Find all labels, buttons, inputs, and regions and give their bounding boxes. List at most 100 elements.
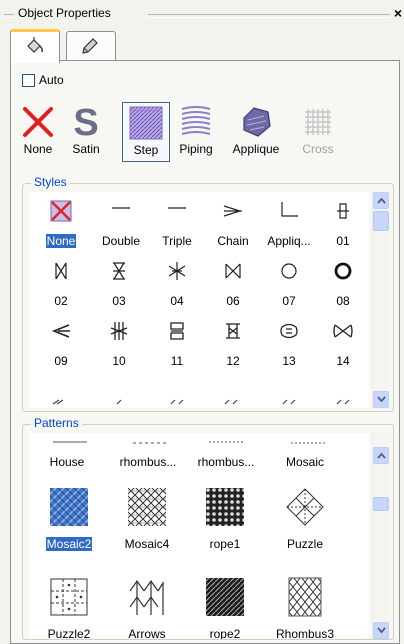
style-label: 13 xyxy=(282,354,296,368)
styles-scroll-up-button[interactable] xyxy=(373,192,389,209)
style-06-icon xyxy=(225,263,241,279)
pattern-item-rhombus-b[interactable]: rhombus... xyxy=(191,443,261,469)
style-item-11[interactable]: 11 xyxy=(153,316,201,372)
styles-group: Styles None Double Triple Chain Appliq..… xyxy=(22,175,394,412)
style-item-09[interactable]: 09 xyxy=(39,316,83,372)
stitch-none-button[interactable]: None xyxy=(16,102,60,160)
style-item-13[interactable]: 13 xyxy=(265,316,313,372)
style-label: Chain xyxy=(217,234,249,248)
puzzle2-pattern-icon xyxy=(50,578,88,616)
patterns-scroll-thumb[interactable] xyxy=(373,497,389,511)
style-label: 14 xyxy=(336,354,350,368)
applique-icon xyxy=(243,107,271,137)
piping-icon xyxy=(181,106,211,135)
style-item-applique[interactable]: Appliq... xyxy=(261,196,317,252)
style-02-icon xyxy=(55,262,67,280)
style-item-10[interactable]: 10 xyxy=(95,316,143,372)
auto-label: Auto xyxy=(39,73,64,87)
style-10-icon xyxy=(110,322,128,340)
circle-thin-icon xyxy=(281,263,297,279)
style-item-triple[interactable]: Triple xyxy=(153,196,201,252)
stitch-satin-button[interactable]: S Satin xyxy=(62,102,110,160)
stitch-step-button[interactable]: Step xyxy=(122,102,170,162)
auto-checkbox-row[interactable]: Auto xyxy=(22,73,64,87)
style-label: 11 xyxy=(170,354,184,368)
stitch-piping-button[interactable]: Piping xyxy=(172,102,220,160)
style-item-double[interactable]: Double xyxy=(91,196,151,252)
satin-s-icon: S xyxy=(73,104,98,140)
close-button[interactable]: × xyxy=(394,5,402,21)
style-12-icon xyxy=(226,323,240,339)
puzzle-pattern-icon xyxy=(286,488,324,526)
pattern-label: rhombus... xyxy=(197,455,255,469)
triple-line-icon xyxy=(168,207,186,209)
style-item-chain[interactable]: Chain xyxy=(207,196,259,252)
style-09-icon xyxy=(51,324,70,338)
stitch-type-toolbar: None S Satin Step Piping Applique Cross xyxy=(16,102,356,162)
pattern-item-mosaic2[interactable]: Mosaic2 xyxy=(37,483,101,563)
pattern-label: rope2 xyxy=(209,627,241,639)
style-01-icon xyxy=(337,203,349,219)
style-label: 03 xyxy=(112,294,126,308)
rope2-pattern-icon xyxy=(206,578,244,616)
panel-titlebar[interactable]: Object Properties × xyxy=(0,0,404,28)
pattern-label: House xyxy=(49,455,85,469)
pattern-label: rope1 xyxy=(209,537,241,551)
tab-outline[interactable] xyxy=(66,31,116,60)
style-item-12[interactable]: 12 xyxy=(207,316,259,372)
paint-bucket-icon xyxy=(27,37,43,53)
pattern-label: Mosaic xyxy=(285,455,324,469)
style-label: 06 xyxy=(226,294,240,308)
auto-checkbox[interactable] xyxy=(22,73,35,87)
pattern-item-house[interactable]: House xyxy=(37,443,97,469)
rhombus3-pattern-icon xyxy=(288,577,322,617)
tab-fill[interactable] xyxy=(10,29,60,63)
pattern-item-rhombus3[interactable]: Rhombus3 xyxy=(273,573,337,639)
style-04-icon xyxy=(168,262,186,280)
style-item-01[interactable]: 01 xyxy=(321,196,365,252)
style-03-icon xyxy=(113,262,125,280)
style-14-icon xyxy=(333,324,353,338)
pattern-label: Arrows xyxy=(128,627,166,639)
arrows-pattern-icon xyxy=(129,579,164,615)
styles-scrollbar[interactable] xyxy=(372,192,389,408)
stitch-label: Satin xyxy=(72,142,100,156)
style-label: 04 xyxy=(170,294,184,308)
pattern-item-rope2[interactable]: rope2 xyxy=(193,573,257,639)
style-item-03[interactable]: 03 xyxy=(95,256,143,312)
style-item-14[interactable]: 14 xyxy=(321,316,365,372)
patterns-scroll-up-button[interactable] xyxy=(373,447,389,464)
style-item-06[interactable]: 06 xyxy=(207,256,259,312)
pattern-item-rhombus-a[interactable]: rhombus... xyxy=(113,443,183,469)
pen-icon xyxy=(82,38,98,54)
style-13-icon xyxy=(280,323,298,339)
pattern-item-mosaic4[interactable]: Mosaic4 xyxy=(115,483,179,563)
patterns-scroll-down-button[interactable] xyxy=(373,622,389,639)
style-label: 02 xyxy=(54,294,68,308)
cross-stitch-icon xyxy=(305,109,331,135)
style-item-07[interactable]: 07 xyxy=(265,256,313,312)
style-label: 10 xyxy=(112,354,126,368)
red-x-icon xyxy=(23,107,53,137)
stitch-label: Step xyxy=(133,143,159,157)
styles-scroll-thumb[interactable] xyxy=(373,211,389,231)
patterns-list[interactable]: House rhombus... rhombus... Mosaic Mosai… xyxy=(29,433,369,639)
pattern-label: Puzzle xyxy=(286,537,324,551)
pattern-item-mosaic[interactable]: Mosaic xyxy=(273,443,337,469)
styles-scroll-down-button[interactable] xyxy=(373,391,389,408)
style-item-none[interactable]: None xyxy=(39,196,83,252)
pattern-item-rope1[interactable]: rope1 xyxy=(193,483,257,563)
styles-group-title: Styles xyxy=(31,175,70,189)
pattern-item-arrows[interactable]: Arrows xyxy=(115,573,179,639)
styles-list[interactable]: None Double Triple Chain Appliq... 01 02… xyxy=(29,192,369,408)
chevron-down-icon xyxy=(377,627,386,634)
patterns-scrollbar[interactable] xyxy=(372,433,389,639)
style-item-02[interactable]: 02 xyxy=(39,256,83,312)
style-label: 08 xyxy=(336,294,350,308)
stitch-applique-button[interactable]: Applique xyxy=(224,102,288,160)
style-item-08[interactable]: 08 xyxy=(321,256,365,312)
title-grip-left xyxy=(4,14,14,18)
pattern-item-puzzle2[interactable]: Puzzle2 xyxy=(37,573,101,639)
style-item-04[interactable]: 04 xyxy=(153,256,201,312)
pattern-item-puzzle[interactable]: Puzzle xyxy=(273,483,337,563)
